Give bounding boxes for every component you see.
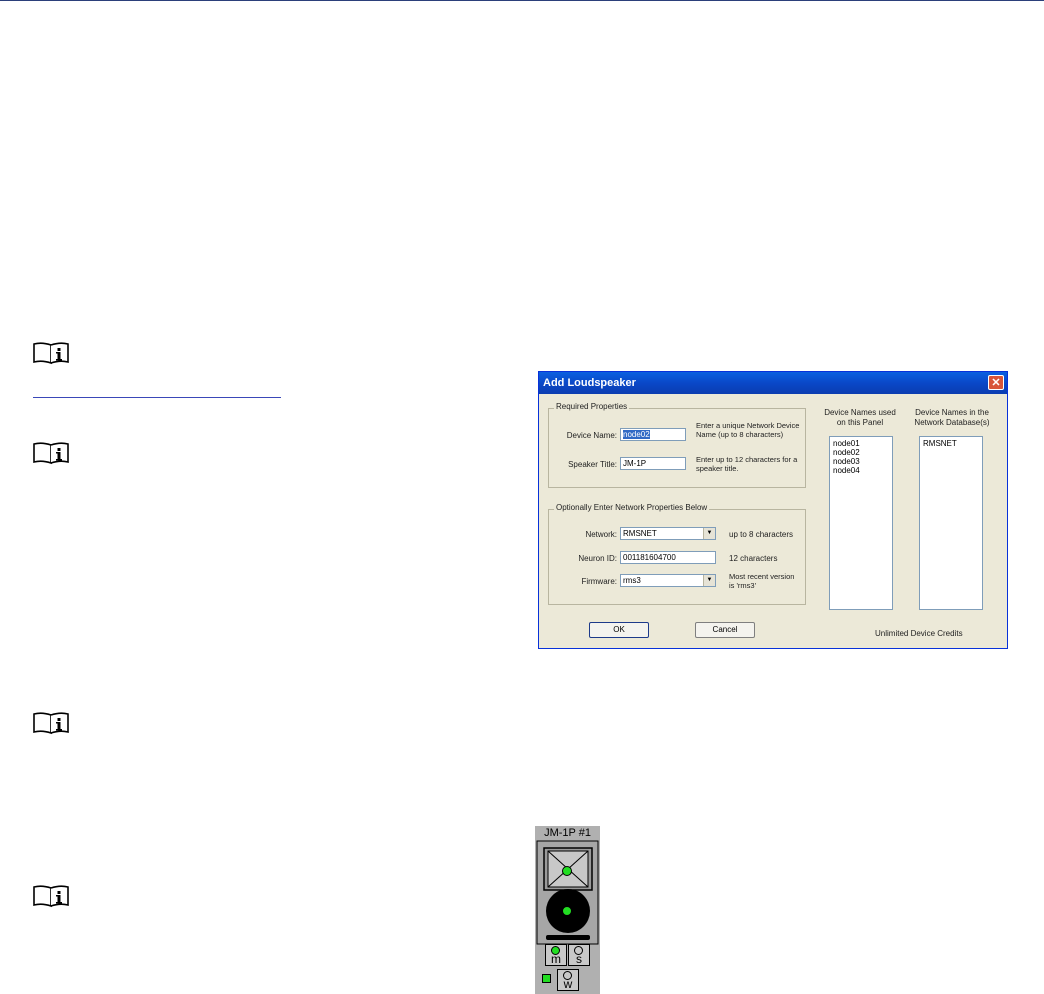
firmware-hint: Most recent version is 'rms3' — [729, 572, 795, 590]
speaker-widget-title: JM-1P #1 — [544, 827, 591, 839]
cancel-button[interactable]: Cancel — [695, 622, 755, 638]
neuron-id-label: Neuron ID: — [578, 554, 617, 563]
speaker-widget[interactable]: JM-1P #1 m s w — [535, 826, 600, 994]
list-item[interactable]: node03 — [833, 457, 889, 466]
speaker-title-input[interactable]: JM-1P — [620, 457, 686, 470]
chevron-down-icon[interactable]: ▼ — [703, 528, 715, 539]
network-combo[interactable]: RMSNET ▼ — [620, 527, 716, 540]
info-manual-icon — [33, 885, 69, 908]
speaker-title-label: Speaker Title: — [568, 460, 617, 469]
dialog-title: Add Loudspeaker — [539, 372, 1007, 394]
list-item[interactable]: RMSNET — [923, 439, 979, 448]
status-indicator — [542, 974, 551, 983]
add-loudspeaker-dialog: Add Loudspeaker ✕ Required Properties De… — [538, 371, 1008, 649]
panel-list-header: Device Names used on this Panel — [824, 408, 896, 427]
solo-label: s — [576, 952, 582, 966]
network-value: RMSNET — [623, 529, 657, 538]
ok-button[interactable]: OK — [589, 622, 649, 638]
panel-device-list[interactable]: node01 node02 node03 node04 — [829, 436, 893, 610]
optional-network-title: Optionally Enter Network Properties Belo… — [554, 503, 710, 512]
list-item[interactable]: node02 — [833, 448, 889, 457]
neuron-id-input[interactable]: 001181604700 — [620, 551, 716, 564]
network-label: Network: — [585, 530, 617, 539]
device-name-label: Device Name: — [566, 431, 617, 440]
page-top-rule — [0, 0, 1044, 1]
info-manual-icon — [33, 712, 69, 735]
device-name-input[interactable]: node02 — [620, 428, 686, 441]
device-name-hint: Enter a unique Network Device Name (up t… — [696, 421, 800, 439]
neuron-id-hint: 12 characters — [729, 554, 778, 563]
list-item[interactable]: node01 — [833, 439, 889, 448]
required-properties-title: Required Properties — [554, 402, 630, 411]
close-button[interactable]: ✕ — [988, 375, 1004, 390]
device-name-value: node02 — [623, 430, 650, 439]
database-device-list[interactable]: RMSNET — [919, 436, 983, 610]
wink-button[interactable]: w — [557, 969, 579, 991]
network-hint: up to 8 characters — [729, 530, 794, 539]
manual-link-underline[interactable] — [33, 397, 281, 398]
chevron-down-icon[interactable]: ▼ — [703, 575, 715, 586]
device-credits-status: Unlimited Device Credits — [875, 629, 963, 638]
firmware-value: rms3 — [623, 576, 641, 585]
speaker-title-hint: Enter up to 12 characters for a speaker … — [696, 455, 798, 473]
wink-label: w — [563, 977, 573, 991]
info-manual-icon — [33, 442, 69, 465]
mute-button[interactable]: m — [545, 944, 567, 966]
tweeter-status-led — [562, 866, 572, 876]
woofer-status-led — [562, 906, 572, 916]
required-properties-group: Required Properties — [548, 402, 806, 488]
list-item[interactable]: node04 — [833, 466, 889, 475]
firmware-combo[interactable]: rms3 ▼ — [620, 574, 716, 587]
info-manual-icon — [33, 342, 69, 365]
solo-button[interactable]: s — [568, 944, 590, 966]
db-list-header: Device Names in the Network Database(s) — [914, 408, 990, 427]
firmware-label: Firmware: — [581, 577, 617, 586]
mute-label: m — [551, 952, 561, 966]
